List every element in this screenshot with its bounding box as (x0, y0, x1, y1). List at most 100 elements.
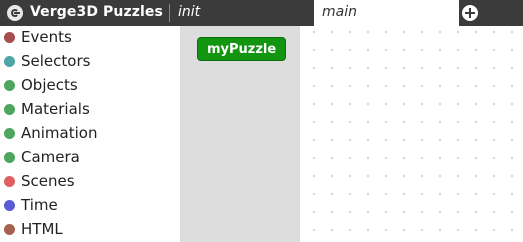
grid-dot (403, 211, 405, 213)
grid-dot (493, 121, 495, 123)
category-materials[interactable]: Materials (0, 98, 180, 122)
category-label: Objects (21, 76, 78, 94)
category-objects[interactable]: Objects (0, 74, 180, 98)
grid-dot (475, 67, 477, 69)
grid-dot (457, 31, 459, 33)
category-label: Camera (21, 148, 80, 166)
grid-dot (457, 103, 459, 105)
grid-dot (439, 175, 441, 177)
grid-dot (331, 31, 333, 33)
grid-dot (457, 229, 459, 231)
category-label: Animation (21, 124, 98, 142)
plus-circle-icon[interactable] (462, 5, 478, 21)
top-bar: Verge3D Puzzles init main (0, 0, 523, 26)
grid-dot (403, 193, 405, 195)
grid-dot (439, 85, 441, 87)
grid-dot (439, 157, 441, 159)
category-camera[interactable]: Camera (0, 146, 180, 170)
grid-dot (457, 157, 459, 159)
category-time[interactable]: Time (0, 194, 180, 218)
verge3d-logo-icon (7, 5, 23, 21)
grid-dot (421, 31, 423, 33)
grid-dot (457, 193, 459, 195)
category-label: Events (21, 28, 72, 46)
grid-dot (367, 139, 369, 141)
grid-dot (475, 193, 477, 195)
grid-dot (421, 175, 423, 177)
grid-dot (331, 229, 333, 231)
category-animation[interactable]: Animation (0, 122, 180, 146)
grid-dot (367, 85, 369, 87)
grid-dot (349, 175, 351, 177)
grid-dot (331, 67, 333, 69)
grid-dot (385, 85, 387, 87)
grid-dot (511, 157, 513, 159)
grid-dot (313, 175, 315, 177)
grid-dot (385, 139, 387, 141)
grid-dot (403, 139, 405, 141)
grid-dot (475, 121, 477, 123)
grid-dot (457, 139, 459, 141)
category-color-dot-icon (4, 128, 15, 139)
category-events[interactable]: Events (0, 26, 180, 50)
category-selectors[interactable]: Selectors (0, 50, 180, 74)
grid-dot (331, 139, 333, 141)
category-color-dot-icon (4, 104, 15, 115)
grid-dot (349, 211, 351, 213)
grid-dot (313, 211, 315, 213)
grid-dot (511, 139, 513, 141)
grid-dot (475, 175, 477, 177)
grid-dot (439, 67, 441, 69)
grid-dot (439, 193, 441, 195)
category-color-dot-icon (4, 152, 15, 163)
grid-dot (313, 121, 315, 123)
toolbox-categories: Events Selectors Objects Materials Anima… (0, 26, 180, 242)
grid-dot (511, 31, 513, 33)
tab-main[interactable]: main (314, 0, 459, 26)
grid-dot (475, 31, 477, 33)
grid-dot (511, 67, 513, 69)
grid-dot (385, 211, 387, 213)
grid-dot (349, 49, 351, 51)
app-title: Verge3D Puzzles (30, 4, 163, 20)
grid-dot (349, 193, 351, 195)
grid-dot (421, 67, 423, 69)
grid-dot (403, 103, 405, 105)
grid-dot (385, 229, 387, 231)
grid-dot (421, 49, 423, 51)
grid-dot (511, 229, 513, 231)
grid-dot (403, 67, 405, 69)
tab-init[interactable]: init (170, 0, 314, 26)
category-label: Time (21, 196, 58, 214)
grid-dot (439, 121, 441, 123)
grid-dot (475, 49, 477, 51)
grid-dot (493, 139, 495, 141)
grid-dot (439, 229, 441, 231)
grid-dot (331, 157, 333, 159)
grid-dot (313, 139, 315, 141)
grid-dot (367, 157, 369, 159)
grid-dot (331, 85, 333, 87)
grid-dot (493, 229, 495, 231)
grid-dot (349, 229, 351, 231)
category-html[interactable]: HTML (0, 218, 180, 242)
puzzle-workspace[interactable] (300, 26, 523, 242)
category-scenes[interactable]: Scenes (0, 170, 180, 194)
grid-dot (385, 67, 387, 69)
grid-dot (457, 175, 459, 177)
grid-dot (403, 85, 405, 87)
grid-dot (349, 85, 351, 87)
grid-dot (385, 121, 387, 123)
grid-dot (493, 49, 495, 51)
grid-dot (493, 67, 495, 69)
grid-dot (421, 85, 423, 87)
grid-dot (511, 211, 513, 213)
grid-dot (475, 85, 477, 87)
grid-dot (349, 103, 351, 105)
grid-dot (331, 211, 333, 213)
grid-dot (367, 121, 369, 123)
grid-dot (403, 49, 405, 51)
grid-dot (439, 49, 441, 51)
my-puzzle-block[interactable]: myPuzzle (197, 37, 287, 61)
grid-dot (385, 193, 387, 195)
